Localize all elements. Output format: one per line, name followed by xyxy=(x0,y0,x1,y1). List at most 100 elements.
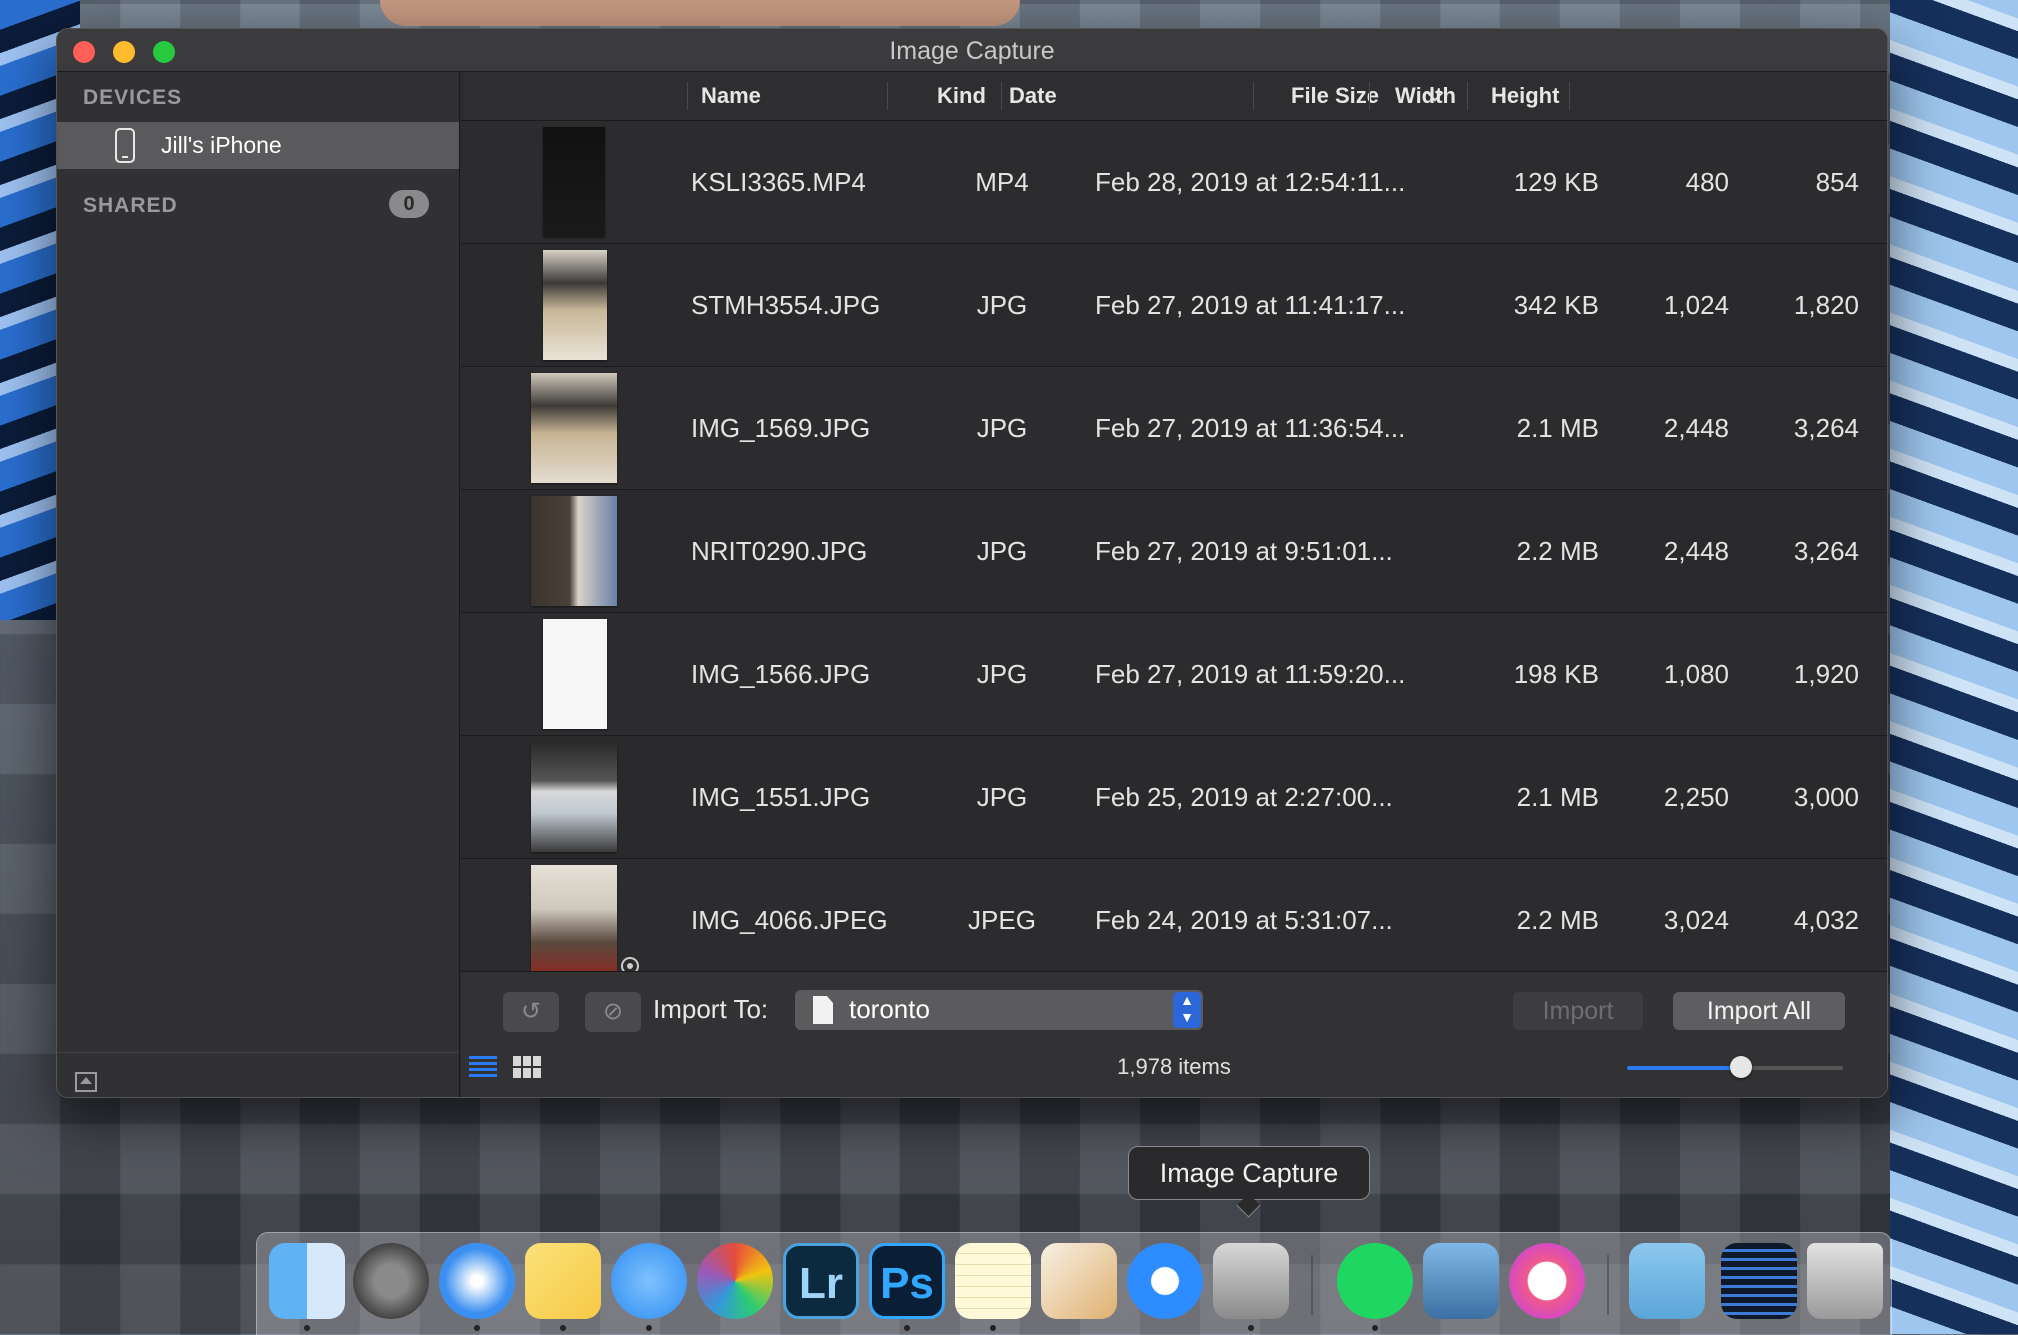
sidebar-item-jills-iphone[interactable]: Jill's iPhone xyxy=(57,122,459,169)
import-destination-value: toronto xyxy=(849,994,930,1024)
photo-thumbnail xyxy=(531,865,617,975)
chevron-updown-icon[interactable]: ▲ ▼ xyxy=(1173,992,1201,1028)
file-height: 854 xyxy=(1815,167,1859,197)
column-divider[interactable] xyxy=(1253,82,1254,110)
trash-icon[interactable] xyxy=(1807,1243,1883,1319)
column-divider[interactable] xyxy=(1369,82,1370,110)
activity-icon[interactable] xyxy=(1721,1243,1797,1319)
iphone-icon xyxy=(115,128,135,163)
import-destination-select[interactable]: toronto ▲ ▼ xyxy=(795,990,1203,1030)
desktop-wallpaper-top xyxy=(380,0,1020,26)
file-name: IMG_1566.JPG xyxy=(691,659,871,689)
column-header-kind[interactable]: Kind xyxy=(937,72,986,120)
file-size: 2.1 MB xyxy=(1516,413,1599,443)
file-height: 3,264 xyxy=(1793,536,1859,566)
zoom-icon[interactable] xyxy=(1127,1243,1203,1319)
file-height: 1,920 xyxy=(1793,659,1859,689)
running-indicator xyxy=(1372,1325,1378,1331)
photo-thumbnail xyxy=(531,496,617,606)
devices-heading: DEVICES xyxy=(83,86,183,109)
notes-icon[interactable] xyxy=(955,1243,1031,1319)
table-row[interactable]: IMG_4066.JPEG JPEG Feb 24, 2019 at 5:31:… xyxy=(461,859,1887,982)
column-header-name[interactable]: Name xyxy=(701,72,761,120)
image-capture-icon[interactable] xyxy=(1213,1243,1289,1319)
folder-document-icon xyxy=(813,996,833,1024)
sidebar-item-label: Jill's iPhone xyxy=(161,132,282,158)
column-divider[interactable] xyxy=(887,82,888,110)
window-title: Image Capture xyxy=(889,37,1055,65)
file-size: 129 KB xyxy=(1513,167,1599,197)
column-header-width[interactable]: Width xyxy=(1395,72,1456,120)
shared-count-badge: 0 xyxy=(389,190,429,218)
table-row[interactable]: NRIT0290.JPG JPG Feb 27, 2019 at 9:51:01… xyxy=(461,490,1887,613)
column-divider[interactable] xyxy=(1467,82,1468,110)
column-header-file-size[interactable]: File Size xyxy=(1291,72,1379,120)
stickies-icon[interactable] xyxy=(525,1243,601,1319)
table-row[interactable]: IMG_1551.JPG JPG Feb 25, 2019 at 2:27:00… xyxy=(461,736,1887,859)
file-height: 3,000 xyxy=(1793,782,1859,812)
thumbnail-size-slider[interactable] xyxy=(1627,1056,1843,1078)
table-row[interactable]: IMG_1569.JPG JPG Feb 27, 2019 at 11:36:5… xyxy=(461,367,1887,490)
file-name: KSLI3365.MP4 xyxy=(691,167,866,197)
file-width: 1,080 xyxy=(1663,659,1729,689)
file-width: 2,250 xyxy=(1663,782,1729,812)
running-indicator xyxy=(560,1325,566,1331)
file-kind: JPG xyxy=(976,659,1028,689)
running-indicator xyxy=(474,1325,480,1331)
downloads-folder-icon[interactable] xyxy=(1629,1243,1705,1319)
aperture-icon[interactable] xyxy=(697,1243,773,1319)
lightroom-icon[interactable]: Lr xyxy=(783,1243,859,1319)
import-all-button[interactable]: Import All xyxy=(1673,992,1845,1030)
running-indicator xyxy=(990,1325,996,1331)
finder-icon[interactable] xyxy=(269,1243,345,1319)
file-kind: JPG xyxy=(976,290,1028,320)
file-name: STMH3554.JPG xyxy=(691,290,881,320)
file-size: 2.2 MB xyxy=(1516,905,1599,935)
photoshop-icon[interactable]: Ps xyxy=(869,1243,945,1319)
slider-fill xyxy=(1627,1066,1742,1070)
spotify-icon[interactable] xyxy=(1337,1243,1413,1319)
photo-thumbnail xyxy=(531,373,617,483)
file-height: 3,264 xyxy=(1793,413,1859,443)
column-header-height[interactable]: Height xyxy=(1491,72,1559,120)
dock-separator xyxy=(1311,1255,1313,1315)
import-to-label: Import To: xyxy=(653,994,769,1024)
running-indicator xyxy=(1248,1325,1254,1331)
table-row[interactable]: KSLI3365.MP4 MP4 Feb 28, 2019 at 12:54:1… xyxy=(461,121,1887,244)
file-height: 1,820 xyxy=(1793,290,1859,320)
eject-icon[interactable] xyxy=(75,1072,97,1092)
column-divider[interactable] xyxy=(1001,82,1002,110)
file-width: 2,448 xyxy=(1663,536,1729,566)
table-row[interactable]: IMG_1566.JPG JPG Feb 27, 2019 at 11:59:2… xyxy=(461,613,1887,736)
preview-icon[interactable] xyxy=(1423,1243,1499,1319)
system-preferences-icon[interactable] xyxy=(353,1243,429,1319)
table-row[interactable]: STMH3554.JPG JPG Feb 27, 2019 at 11:41:1… xyxy=(461,244,1887,367)
shared-heading: SHARED xyxy=(83,194,178,217)
file-kind: JPG xyxy=(976,782,1028,812)
column-divider[interactable] xyxy=(1569,82,1570,110)
column-header-date[interactable]: Date xyxy=(1009,72,1057,120)
safari-icon[interactable] xyxy=(439,1243,515,1319)
sidebar-divider xyxy=(57,1052,459,1053)
delete-button[interactable]: ⊘ xyxy=(585,992,641,1032)
file-name: NRIT0290.JPG xyxy=(691,536,868,566)
video-thumbnail xyxy=(543,127,605,237)
file-width: 480 xyxy=(1685,167,1729,197)
column-divider[interactable] xyxy=(687,82,688,110)
table-header: Name Kind Date File Size Width Height xyxy=(461,72,1887,121)
sidebar: DEVICES Jill's iPhone SHARED 0 xyxy=(57,72,460,1097)
import-button[interactable]: Import xyxy=(1513,992,1643,1030)
running-indicator xyxy=(904,1325,910,1331)
file-width: 3,024 xyxy=(1663,905,1729,935)
pages-icon[interactable] xyxy=(1041,1243,1117,1319)
file-height: 4,032 xyxy=(1793,905,1859,935)
dock: Lr Ps xyxy=(256,1232,1892,1335)
rotate-left-button[interactable]: ↺ xyxy=(503,992,559,1032)
title-bar[interactable]: Image Capture xyxy=(57,29,1887,72)
file-size: 198 KB xyxy=(1513,659,1599,689)
file-name: IMG_1569.JPG xyxy=(691,413,871,443)
messages-icon[interactable] xyxy=(611,1243,687,1319)
itunes-icon[interactable] xyxy=(1509,1243,1585,1319)
file-name: IMG_4066.JPEG xyxy=(691,905,888,935)
file-name: IMG_1551.JPG xyxy=(691,782,871,812)
